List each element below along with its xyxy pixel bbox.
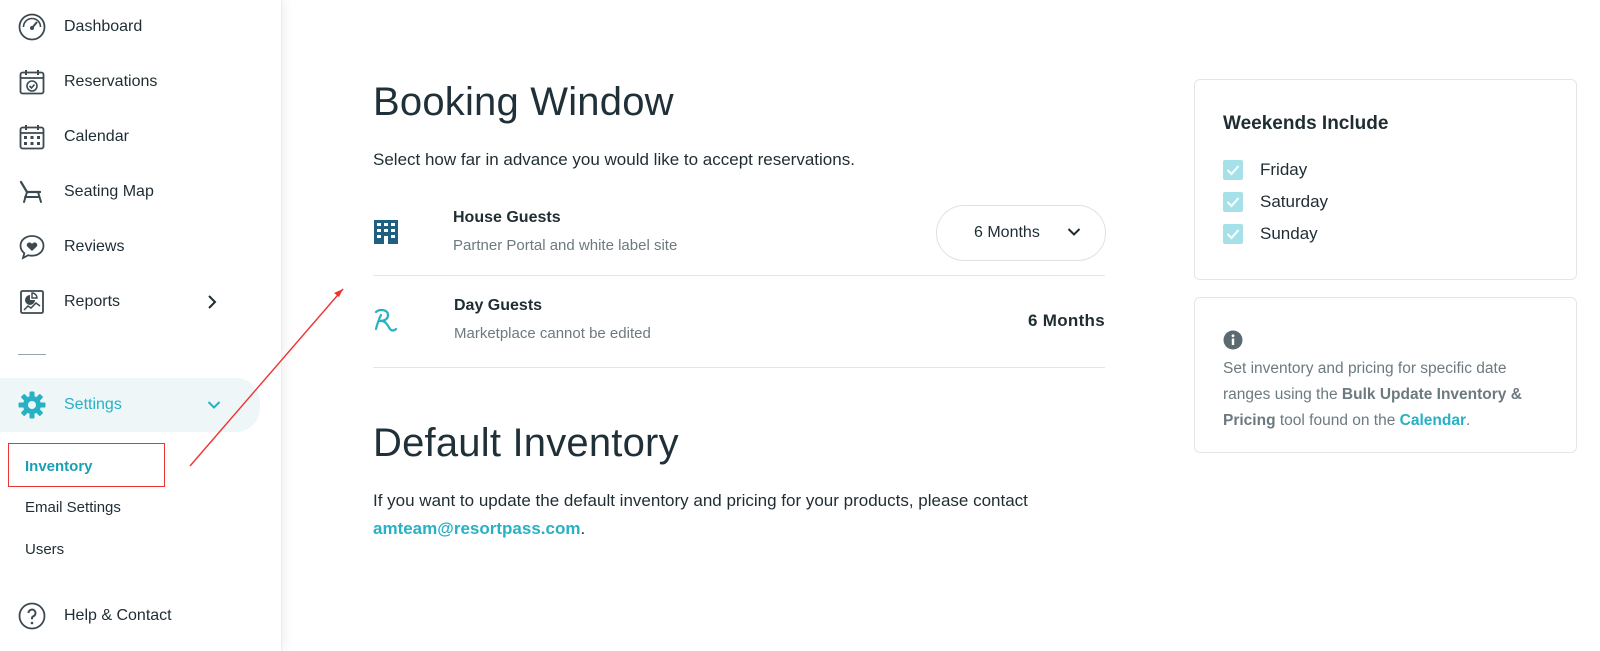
sidebar-item-help[interactable]: Help & Contact — [0, 594, 260, 638]
building-icon — [373, 219, 399, 250]
sidebar-item-label: Settings — [64, 396, 122, 413]
sidebar-item-reservations[interactable]: Reservations — [0, 60, 260, 104]
booking-window-description: Select how far in advance you would like… — [373, 150, 855, 169]
sidebar-subitem-inventory[interactable]: Inventory — [25, 458, 93, 475]
sidebar-item-label: Calendar — [64, 128, 129, 145]
day-guests-window-value: 6 Months — [1027, 311, 1105, 330]
info-text: Set inventory and pricing for specific d… — [1223, 356, 1543, 434]
heart-chat-icon — [17, 232, 47, 262]
report-chart-icon — [17, 287, 47, 317]
sidebar-item-reviews[interactable]: Reviews — [0, 225, 260, 269]
info-text-part: . — [1466, 412, 1471, 429]
info-text-part: tool found on the — [1275, 412, 1400, 429]
lounge-chair-icon — [17, 177, 47, 207]
row-divider — [373, 275, 1105, 276]
check-icon — [1223, 224, 1243, 244]
contact-period: . — [580, 519, 586, 538]
house-guests-subtitle: Partner Portal and white label site — [453, 237, 678, 254]
sidebar-item-label: Reviews — [64, 238, 125, 255]
gear-icon — [17, 390, 47, 420]
booking-window-title: Booking Window — [373, 80, 674, 124]
sidebar-item-label: Dashboard — [64, 18, 143, 35]
weekend-day-label: Sunday — [1260, 224, 1318, 243]
question-icon — [17, 601, 47, 631]
house-guests-window-value: 6 Months — [974, 224, 1040, 241]
sidebar-item-label: Reports — [64, 293, 121, 310]
sidebar-divider — [18, 354, 46, 355]
sidebar-item-seating-map[interactable]: Seating Map — [0, 170, 260, 214]
resortpass-logo-icon — [373, 307, 401, 338]
calendar-link[interactable]: Calendar — [1400, 412, 1466, 429]
sidebar-item-calendar[interactable]: Calendar — [0, 115, 260, 159]
calendar-icon — [17, 122, 47, 152]
sidebar-item-dashboard[interactable]: Dashboard — [0, 5, 260, 49]
weekend-friday-checkbox[interactable]: Friday — [1223, 160, 1307, 180]
day-guests-row: Day Guests Marketplace cannot be edited — [373, 293, 1105, 353]
house-guests-window-select[interactable]: 6 Months — [936, 205, 1106, 261]
weekends-card: Weekends Include Friday Saturday Sunday — [1194, 79, 1577, 280]
chevron-down-icon — [1067, 224, 1081, 242]
sidebar-item-label: Help & Contact — [64, 607, 172, 624]
weekend-day-label: Friday — [1260, 160, 1308, 179]
sidebar-item-label: Seating Map — [64, 183, 154, 200]
weekends-title: Weekends Include — [1223, 113, 1389, 134]
day-guests-title: Day Guests — [454, 297, 543, 314]
row-divider — [373, 367, 1105, 368]
house-guests-title: House Guests — [453, 209, 561, 226]
sidebar-item-label: Reservations — [64, 73, 158, 90]
default-inventory-text: If you want to update the default invent… — [373, 491, 1028, 510]
day-guests-subtitle: Marketplace cannot be edited — [454, 325, 651, 342]
check-icon — [1223, 192, 1243, 212]
calendar-check-icon — [17, 67, 47, 97]
info-icon — [1223, 330, 1243, 355]
sidebar-subitem-users[interactable]: Users — [25, 541, 64, 558]
speedometer-icon — [17, 12, 47, 42]
info-card: Set inventory and pricing for specific d… — [1194, 297, 1577, 453]
default-inventory-contact: amteam@resortpass.com. — [373, 519, 585, 539]
weekend-day-label: Saturday — [1260, 192, 1329, 211]
annotation-arrow — [189, 288, 344, 467]
weekend-sunday-checkbox[interactable]: Sunday — [1223, 224, 1318, 244]
weekend-saturday-checkbox[interactable]: Saturday — [1223, 192, 1328, 212]
check-icon — [1223, 160, 1243, 180]
default-inventory-title: Default Inventory — [373, 421, 679, 465]
contact-email-link[interactable]: amteam@resortpass.com — [373, 519, 580, 538]
sidebar-subitem-email-settings[interactable]: Email Settings — [25, 499, 121, 516]
